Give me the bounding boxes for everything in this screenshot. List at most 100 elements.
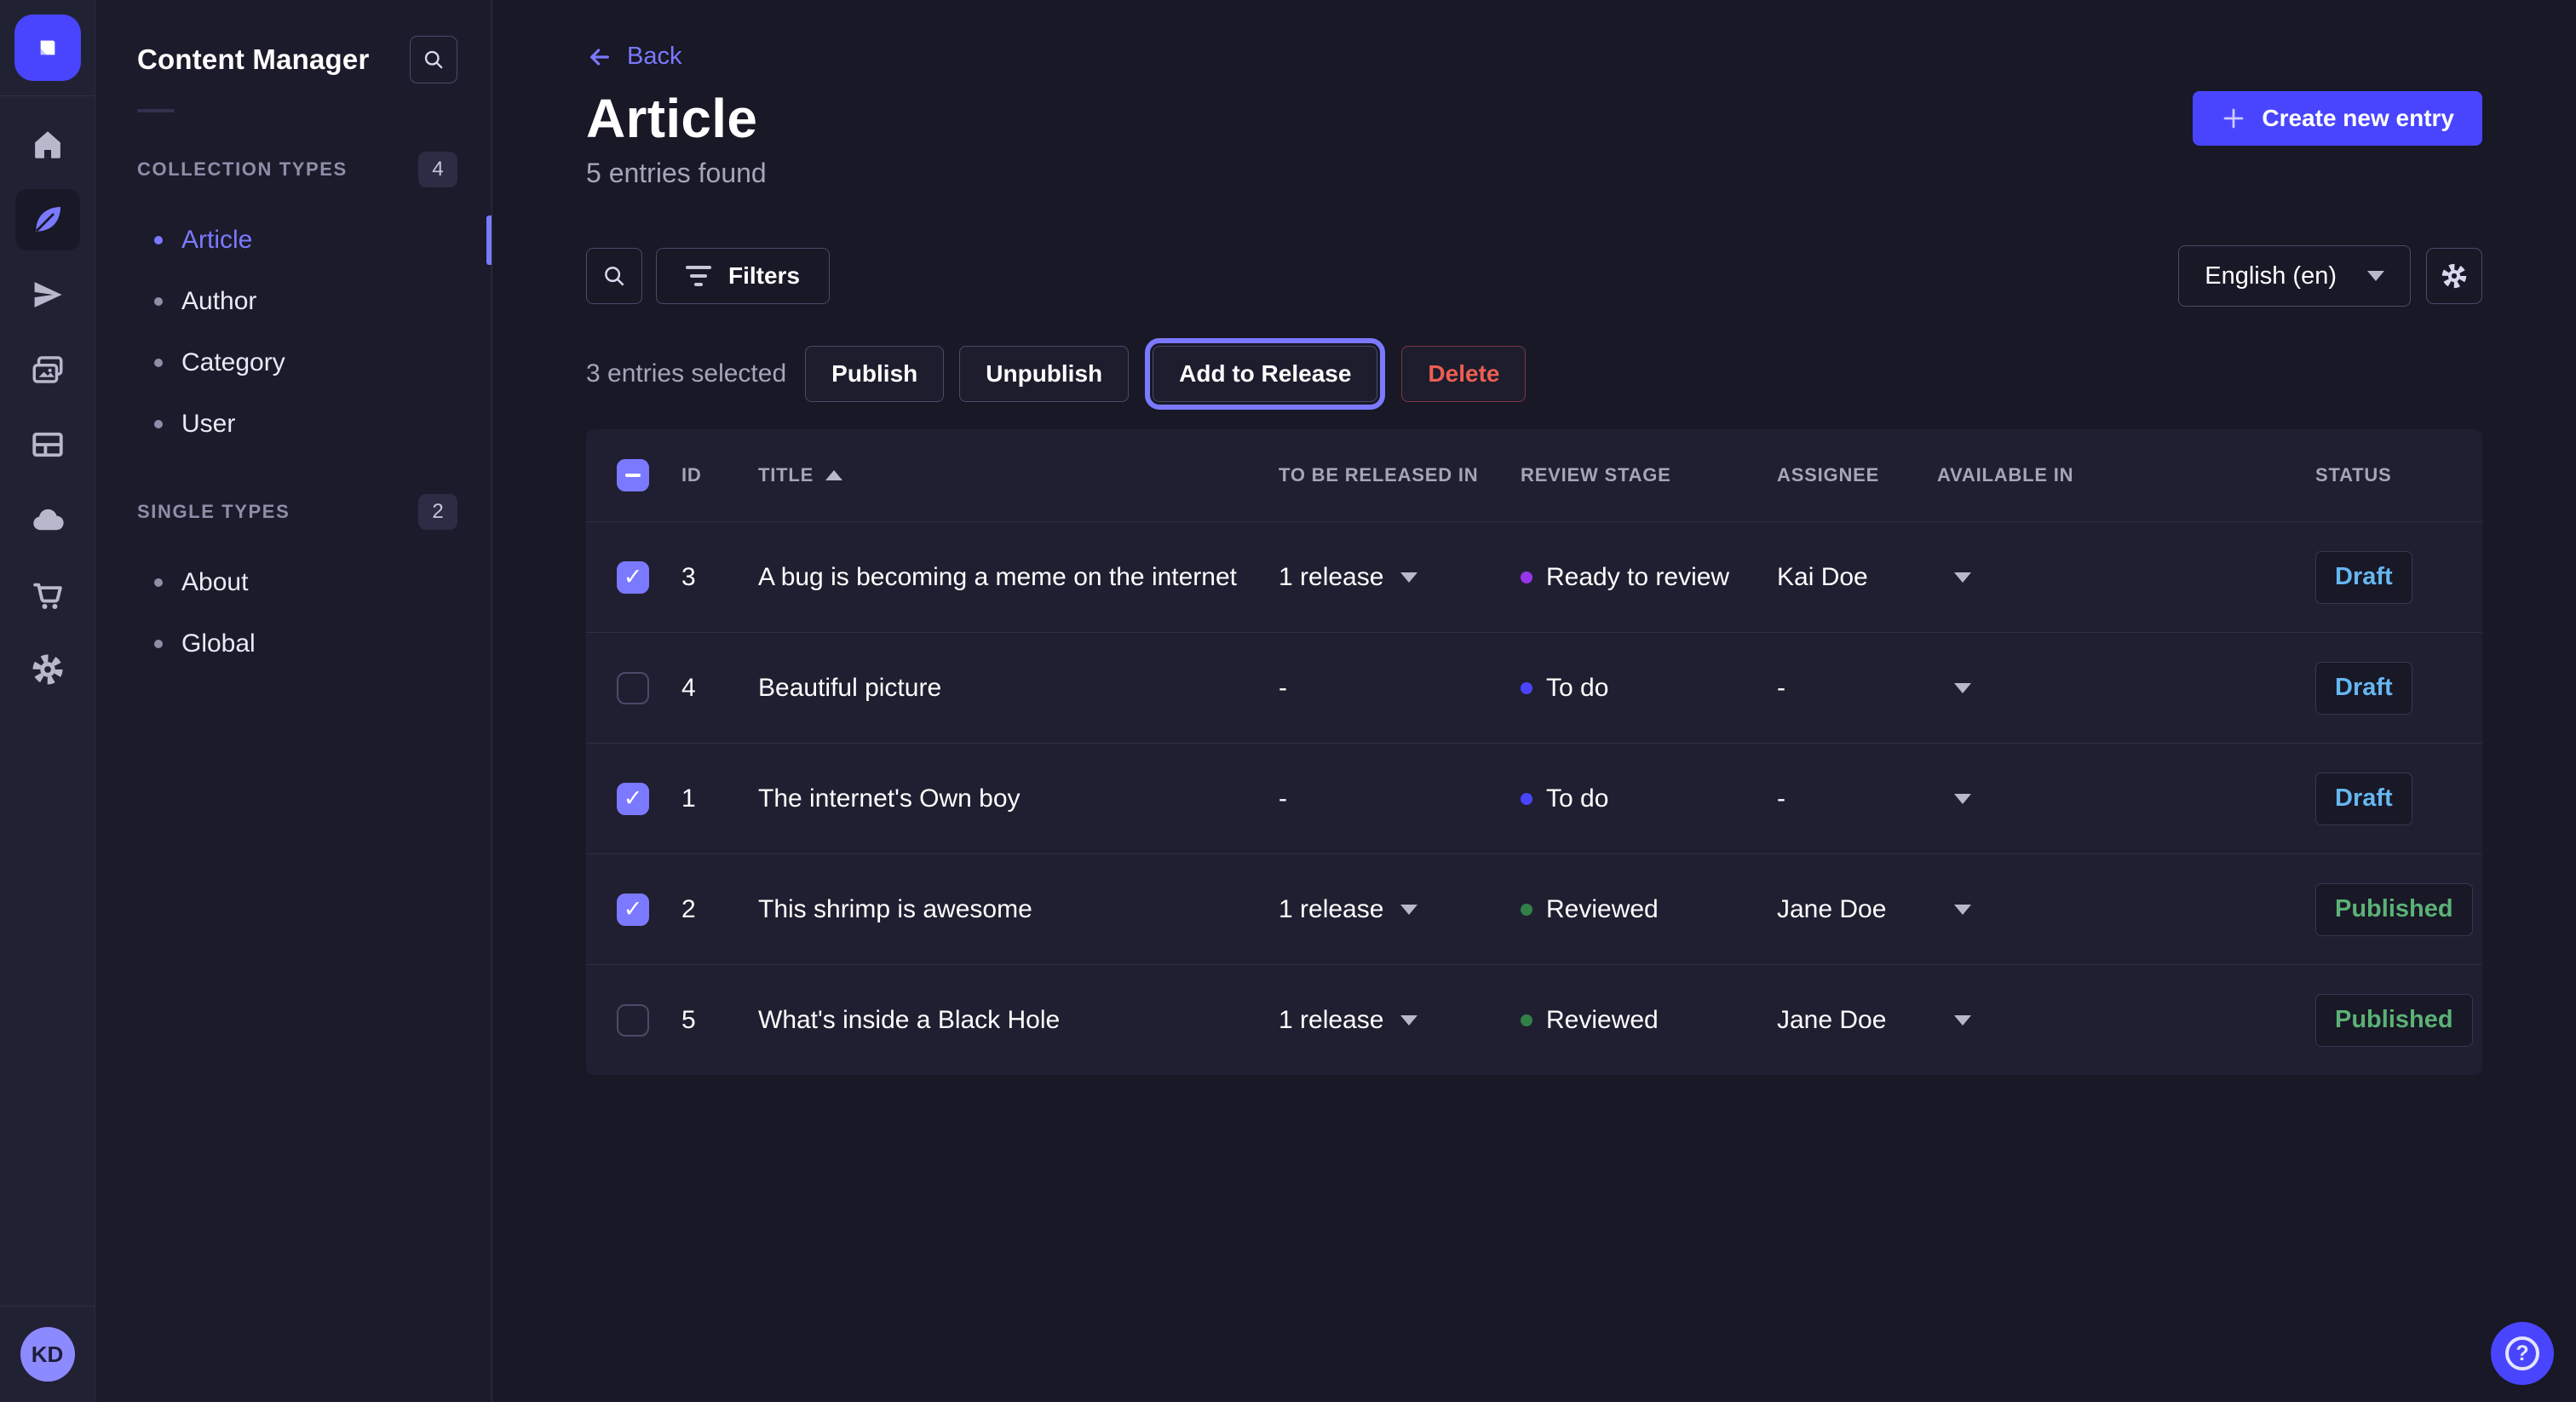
row-checkbox[interactable]: ✓ [617,783,649,815]
sidebar-item-label: Article [181,226,252,255]
rail-bottom: KD [0,1306,95,1402]
cell-title: The internet's Own boy [758,784,1279,813]
page-title: Article [586,91,757,146]
table-row[interactable]: ✓ 4 Beautiful picture - To do - Draft [586,632,2482,743]
cell-released[interactable]: - [1279,784,1521,813]
column-header-review[interactable]: REVIEW STAGE [1521,464,1777,486]
row-checkbox[interactable]: ✓ [617,1004,649,1037]
select-all-checkbox[interactable] [617,459,649,491]
cell-released[interactable]: 1 release [1279,563,1521,592]
cell-id: 5 [681,1006,758,1035]
column-header-assignee[interactable]: ASSIGNEE [1777,464,1937,486]
sidebar-item-user[interactable]: User [96,394,492,455]
sidebar-item-label: About [181,568,248,597]
sidebar-item-category[interactable]: Category [96,332,492,394]
cell-available-in[interactable] [1937,572,2315,583]
cell-review-stage: To do [1521,784,1777,813]
search-icon [601,263,627,289]
delete-button[interactable]: Delete [1401,346,1526,402]
strapi-logo[interactable] [14,14,81,81]
cell-released[interactable]: 1 release [1279,895,1521,924]
deploy-nav-item[interactable] [15,489,80,550]
status-badge: Published [2315,883,2473,936]
single-types-section: SINGLE TYPES 2 About Global [96,494,492,675]
cell-released[interactable]: 1 release [1279,1006,1521,1035]
row-checkbox[interactable]: ✓ [617,893,649,926]
collection-types-label: COLLECTION TYPES [137,158,348,181]
column-header-id[interactable]: ID [681,464,758,486]
help-button[interactable]: ? [2491,1322,2554,1385]
releases-nav-item[interactable] [15,264,80,325]
marketplace-nav-item[interactable] [15,564,80,625]
cell-assignee: Jane Doe [1777,1006,1937,1035]
table-search-button[interactable] [586,248,642,304]
content-manager-nav-item[interactable] [15,189,80,250]
arrow-left-icon [586,43,613,71]
cell-assignee: Jane Doe [1777,895,1937,924]
settings-nav-item[interactable] [15,639,80,700]
view-settings-button[interactable] [2426,248,2482,304]
main-nav-rail: KD [0,0,95,1402]
collection-types-count-badge: 4 [418,152,457,187]
row-checkbox[interactable]: ✓ [617,561,649,594]
sidebar-item-label: User [181,410,235,439]
selection-count-text: 3 entries selected [586,359,786,388]
locale-select[interactable]: English (en) [2178,245,2411,307]
create-new-entry-button[interactable]: Create new entry [2193,91,2482,146]
user-avatar[interactable]: KD [20,1327,75,1382]
sort-ascending-icon [825,470,842,480]
filters-button[interactable]: Filters [656,248,830,304]
row-checkbox[interactable]: ✓ [617,672,649,704]
column-header-available[interactable]: AVAILABLE IN [1937,464,2315,486]
cell-available-in[interactable] [1937,794,2315,804]
back-link[interactable]: Back [586,43,681,71]
add-to-release-button[interactable]: Add to Release [1153,346,1377,402]
sidebar-item-article[interactable]: Article [96,210,492,271]
home-nav-item[interactable] [15,114,80,175]
strapi-app-window: KD Content Manager COLLECTION TYPES 4 [0,0,2576,1402]
sidebar-item-about[interactable]: About [96,552,492,613]
bullet-icon [154,236,163,244]
sidebar-search-button[interactable] [410,36,457,83]
cell-status: Draft [2315,551,2482,604]
entries-count-text: 5 entries found [586,158,2482,189]
table-row[interactable]: ✓ 5 What's inside a Black Hole 1 release… [586,964,2482,1075]
sidebar-item-global[interactable]: Global [96,613,492,675]
stage-dot-icon [1521,1014,1532,1026]
sidebar-item-author[interactable]: Author [96,271,492,332]
images-icon [30,352,66,388]
content-manager-sidebar: Content Manager COLLECTION TYPES 4 Artic… [96,0,492,1402]
table-row[interactable]: ✓ 2 This shrimp is awesome 1 release Rev… [586,853,2482,964]
sidebar-item-label: Global [181,629,256,658]
entries-table: ID TITLE TO BE RELEASED IN REVIEW STAGE … [586,429,2482,1075]
strapi-logo-icon [31,31,65,65]
table-row[interactable]: ✓ 3 A bug is becoming a meme on the inte… [586,521,2482,632]
column-header-title[interactable]: TITLE [758,464,1279,486]
column-header-status[interactable]: STATUS [2315,464,2482,486]
cell-available-in[interactable] [1937,1015,2315,1026]
cell-status: Published [2315,883,2482,936]
cart-icon [30,577,66,612]
cell-available-in[interactable] [1937,683,2315,693]
feather-icon [30,202,66,238]
content-type-builder-nav-item[interactable] [15,414,80,475]
bullet-icon [154,578,163,587]
unpublish-button[interactable]: Unpublish [959,346,1129,402]
gear-icon [2440,261,2469,290]
sidebar-divider [137,109,175,112]
cell-id: 3 [681,563,758,592]
column-header-released[interactable]: TO BE RELEASED IN [1279,464,1521,486]
bullet-icon [154,640,163,648]
status-badge: Draft [2315,773,2412,825]
table-row[interactable]: ✓ 1 The internet's Own boy - To do - Dra… [586,743,2482,853]
chevron-down-icon [1954,572,1971,583]
publish-button[interactable]: Publish [805,346,944,402]
table-body: ✓ 3 A bug is becoming a meme on the inte… [586,521,2482,1075]
cell-available-in[interactable] [1937,905,2315,915]
single-types-count-badge: 2 [418,494,457,530]
media-library-nav-item[interactable] [15,339,80,400]
status-badge: Draft [2315,551,2412,604]
chevron-down-icon [1954,794,1971,804]
chevron-down-icon [1400,905,1417,915]
cell-released[interactable]: - [1279,674,1521,703]
